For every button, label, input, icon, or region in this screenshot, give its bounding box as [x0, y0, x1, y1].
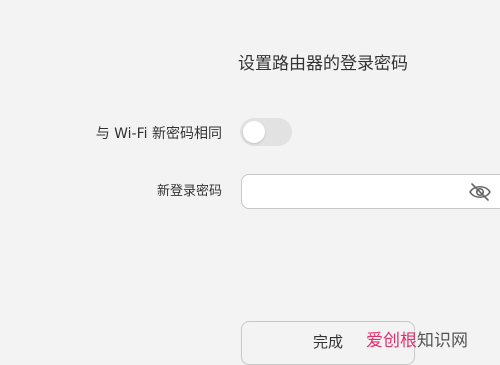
done-button-label: 完成 [313, 333, 344, 351]
new-password-label: 新登录密码 [156, 184, 222, 199]
eye-icon-graphic [469, 183, 491, 201]
watermark: 爱创根知识网 [366, 330, 468, 352]
new-password-field [241, 174, 500, 209]
watermark-part2: 知识网 [417, 331, 468, 351]
same-as-wifi-toggle[interactable] [240, 118, 292, 146]
page-title: 设置路由器的登录密码 [238, 54, 408, 74]
watermark-part1: 爱创根 [366, 331, 417, 351]
same-as-wifi-label: 与 Wi-Fi 新密码相同 [95, 126, 222, 142]
new-password-input[interactable] [250, 175, 460, 208]
toggle-knob [243, 121, 265, 143]
eye-icon[interactable] [468, 181, 492, 203]
